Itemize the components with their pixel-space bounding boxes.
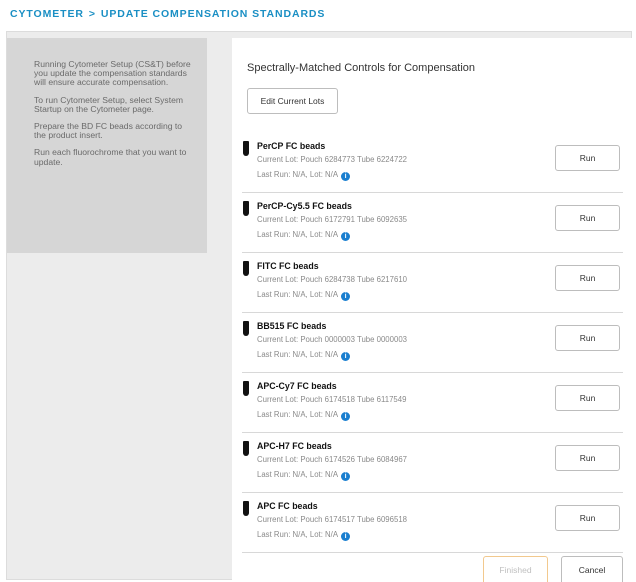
- bead-tube-icon: [243, 501, 249, 516]
- content-area: Running Cytometer Setup (CS&T) before yo…: [6, 31, 633, 582]
- control-last-run-text: Last Run: N/A, Lot: N/A: [257, 350, 339, 359]
- control-name: BB515 FC beads: [257, 321, 327, 331]
- control-row-apc-cy7: APC-Cy7 FC beads Current Lot: Pouch 6174…: [242, 373, 623, 433]
- control-name: APC FC beads: [257, 501, 318, 511]
- control-last-run-text: Last Run: N/A, Lot: N/A: [257, 410, 339, 419]
- control-current-lot: Current Lot: Pouch 0000003 Tube 0000003: [257, 335, 407, 344]
- run-button-fitc[interactable]: Run: [555, 265, 620, 291]
- cancel-button[interactable]: Cancel: [561, 556, 623, 582]
- run-button-percp-cy5-5[interactable]: Run: [555, 205, 620, 231]
- control-last-run: Last Run: N/A, Lot: N/A i: [257, 410, 351, 421]
- breadcrumb-root[interactable]: CYTOMETER: [10, 8, 84, 20]
- control-last-run: Last Run: N/A, Lot: N/A i: [257, 170, 351, 181]
- run-button-percp[interactable]: Run: [555, 145, 620, 171]
- info-icon[interactable]: i: [341, 352, 351, 361]
- instruction-cst: Running Cytometer Setup (CS&T) before yo…: [34, 59, 191, 88]
- control-row-apc: APC FC beads Current Lot: Pouch 6174517 …: [242, 493, 623, 553]
- bead-tube-icon: [243, 201, 249, 216]
- control-row-bb515: BB515 FC beads Current Lot: Pouch 000000…: [242, 313, 623, 373]
- control-current-lot: Current Lot: Pouch 6174526 Tube 6084967: [257, 455, 407, 464]
- control-row-apc-h7: APC-H7 FC beads Current Lot: Pouch 61745…: [242, 433, 623, 493]
- info-icon[interactable]: i: [341, 172, 351, 181]
- control-last-run-text: Last Run: N/A, Lot: N/A: [257, 470, 339, 479]
- control-name: APC-Cy7 FC beads: [257, 381, 337, 391]
- finished-button[interactable]: Finished: [483, 556, 548, 582]
- run-button-apc-h7[interactable]: Run: [555, 445, 620, 471]
- control-row-percp-cy5-5: PerCP-Cy5.5 FC beads Current Lot: Pouch …: [242, 193, 623, 253]
- control-last-run: Last Run: N/A, Lot: N/A i: [257, 530, 351, 541]
- control-current-lot: Current Lot: Pouch 6174517 Tube 6096518: [257, 515, 407, 524]
- control-name: FITC FC beads: [257, 261, 319, 271]
- control-current-lot: Current Lot: Pouch 6284773 Tube 6224722: [257, 155, 407, 164]
- breadcrumb-separator: >: [88, 8, 96, 20]
- info-icon[interactable]: i: [341, 412, 351, 421]
- run-button-bb515[interactable]: Run: [555, 325, 620, 351]
- bead-tube-icon: [243, 381, 249, 396]
- control-last-run: Last Run: N/A, Lot: N/A i: [257, 230, 351, 241]
- info-icon[interactable]: i: [341, 292, 351, 301]
- control-current-lot: Current Lot: Pouch 6172791 Tube 6092635: [257, 215, 407, 224]
- run-button-apc-cy7[interactable]: Run: [555, 385, 620, 411]
- bead-tube-icon: [243, 441, 249, 456]
- control-last-run-text: Last Run: N/A, Lot: N/A: [257, 170, 339, 179]
- bead-tube-icon: [243, 321, 249, 336]
- control-row-fitc: FITC FC beads Current Lot: Pouch 6284738…: [242, 253, 623, 313]
- control-name: PerCP FC beads: [257, 141, 326, 151]
- run-button-apc[interactable]: Run: [555, 505, 620, 531]
- control-current-lot: Current Lot: Pouch 6284738 Tube 6217610: [257, 275, 407, 284]
- bead-tube-icon: [243, 141, 249, 156]
- control-current-lot: Current Lot: Pouch 6174518 Tube 6117549: [257, 395, 407, 404]
- control-last-run: Last Run: N/A, Lot: N/A i: [257, 290, 351, 301]
- control-name: APC-H7 FC beads: [257, 441, 332, 451]
- breadcrumb: CYTOMETER > UPDATE COMPENSATION STANDARDS: [10, 8, 325, 20]
- instruction-run-fluorochrome: Run each fluorochrome that you want to u…: [34, 147, 187, 167]
- control-last-run-text: Last Run: N/A, Lot: N/A: [257, 290, 339, 299]
- panel-title: Spectrally-Matched Controls for Compensa…: [247, 62, 476, 74]
- control-row-percp: PerCP FC beads Current Lot: Pouch 628477…: [242, 133, 623, 193]
- controls-panel: Spectrally-Matched Controls for Compensa…: [232, 38, 633, 582]
- breadcrumb-current: UPDATE COMPENSATION STANDARDS: [100, 8, 326, 20]
- bead-tube-icon: [243, 261, 249, 276]
- instruction-system-startup: To run Cytometer Setup, select System St…: [34, 94, 184, 114]
- control-last-run: Last Run: N/A, Lot: N/A i: [257, 470, 351, 481]
- info-icon[interactable]: i: [341, 232, 351, 241]
- info-icon[interactable]: i: [341, 472, 351, 481]
- instruction-prepare-beads: Prepare the BD FC beads according to the…: [34, 121, 183, 141]
- control-last-run-text: Last Run: N/A, Lot: N/A: [257, 230, 339, 239]
- edit-current-lots-button[interactable]: Edit Current Lots: [247, 88, 338, 114]
- control-last-run: Last Run: N/A, Lot: N/A i: [257, 350, 351, 361]
- instructions-panel: Running Cytometer Setup (CS&T) before yo…: [7, 38, 207, 253]
- control-name: PerCP-Cy5.5 FC beads: [257, 201, 352, 211]
- info-icon[interactable]: i: [341, 532, 351, 541]
- control-last-run-text: Last Run: N/A, Lot: N/A: [257, 530, 339, 539]
